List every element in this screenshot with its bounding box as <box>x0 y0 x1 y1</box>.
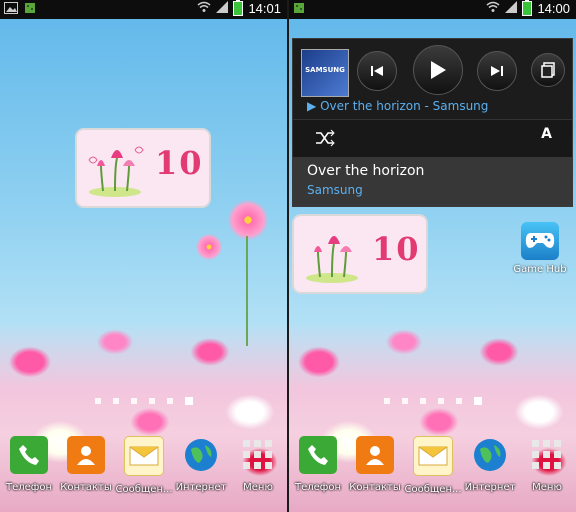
dock-label: Контакты <box>60 482 112 493</box>
globe-icon <box>471 436 509 474</box>
page-dot[interactable] <box>130 398 137 404</box>
dock-item-contacts[interactable]: Контакты <box>57 436 115 493</box>
dock-label: Интернет <box>464 482 516 493</box>
playlist-button[interactable] <box>531 53 565 87</box>
dock-label: Контакты <box>349 482 401 493</box>
dock-label: Сообщен... <box>404 484 462 495</box>
repeat-label: A <box>541 126 552 142</box>
game-hub-shortcut[interactable]: Game Hub <box>511 222 569 275</box>
gamepad-icon <box>521 222 559 260</box>
song-info[interactable]: Over the horizon Samsung <box>293 157 572 206</box>
playlist-icon <box>541 62 555 78</box>
dual-screenshot: 14:01 10 Телефон Контакты Сообщен... Инт… <box>0 0 576 512</box>
messages-icon <box>413 436 453 476</box>
page-indicator <box>0 397 287 405</box>
dock-item-messages[interactable]: Сообщен... <box>404 436 462 495</box>
contacts-icon <box>356 436 394 474</box>
page-dot-active[interactable] <box>473 397 482 405</box>
play-button[interactable] <box>413 45 463 95</box>
dock-label: Меню <box>532 482 562 493</box>
battery-icon <box>522 0 533 16</box>
music-player-panel[interactable]: SAMSUNG ▶ Over the horizon - Samsung A O… <box>292 38 573 207</box>
apps-grid-icon <box>528 436 566 474</box>
previous-icon <box>371 66 383 76</box>
tulip-widget[interactable]: 10 <box>75 128 211 208</box>
phone-icon <box>10 436 48 474</box>
shuffle-icon[interactable] <box>315 129 335 151</box>
dock-label: Интернет <box>175 482 227 493</box>
dock: Телефон Контакты Сообщен... Интернет Мен… <box>289 436 576 512</box>
wallpaper-stem <box>246 236 248 346</box>
album-art[interactable]: SAMSUNG <box>301 49 349 97</box>
dock-label: Телефон <box>294 482 341 493</box>
wallpaper-flower <box>228 200 268 240</box>
page-dot[interactable] <box>401 398 408 404</box>
page-dot-active[interactable] <box>184 397 193 405</box>
dock-item-menu[interactable]: Меню <box>518 436 576 493</box>
contacts-icon <box>67 436 105 474</box>
messages-icon <box>124 436 164 476</box>
battery-icon <box>233 0 244 16</box>
now-playing-text: Over the horizon - Samsung <box>320 99 489 113</box>
page-indicator <box>289 397 576 405</box>
page-dot[interactable] <box>419 398 426 404</box>
song-artist: Samsung <box>307 183 363 197</box>
widget-number: 10 <box>372 230 421 268</box>
page-dot[interactable] <box>437 398 444 404</box>
signal-icon <box>505 1 518 16</box>
dock-label: Телефон <box>5 482 52 493</box>
dock-item-internet[interactable]: Интернет <box>172 436 230 493</box>
player-options-row: A <box>293 119 572 158</box>
gallery-notification-icon <box>4 2 18 17</box>
status-bar: 14:01 <box>0 0 287 19</box>
repeat-a-icon[interactable]: A <box>541 126 552 142</box>
dock-item-internet[interactable]: Интернет <box>461 436 519 493</box>
globe-icon <box>182 436 220 474</box>
phone-icon <box>299 436 337 474</box>
page-dot[interactable] <box>94 398 101 404</box>
tulip-illustration-icon <box>88 146 144 197</box>
android-cube-icon <box>293 2 305 17</box>
dock-item-contacts[interactable]: Контакты <box>346 436 404 493</box>
dock-label: Сообщен... <box>115 484 173 495</box>
player-controls: SAMSUNG <box>293 39 572 97</box>
wifi-icon <box>197 1 211 16</box>
status-time: 14:00 <box>537 1 570 16</box>
home-screen-left: 14:01 10 Телефон Контакты Сообщен... Инт… <box>0 0 287 512</box>
song-title: Over the horizon <box>307 163 425 179</box>
page-dot[interactable] <box>455 398 462 404</box>
page-dot[interactable] <box>383 398 390 404</box>
signal-icon <box>216 1 229 16</box>
dock: Телефон Контакты Сообщен... Интернет Мен… <box>0 436 287 512</box>
wallpaper-flower <box>196 234 222 260</box>
tulip-illustration-icon <box>306 236 358 283</box>
small-play-icon: ▶ <box>307 99 317 113</box>
page-dot[interactable] <box>166 398 173 404</box>
play-icon <box>431 61 446 79</box>
next-icon <box>491 66 503 76</box>
android-cube-icon <box>24 2 36 17</box>
home-screen-right: 14:00 SAMSUNG ▶ Over the horizon - Samsu… <box>289 0 576 512</box>
status-time: 14:01 <box>248 1 281 16</box>
apps-grid-icon <box>239 436 277 474</box>
status-bar: 14:00 <box>289 0 576 19</box>
widget-number: 10 <box>155 144 204 182</box>
next-track-button[interactable] <box>477 51 517 91</box>
page-dot[interactable] <box>148 398 155 404</box>
dock-item-phone[interactable]: Телефон <box>0 436 58 493</box>
album-art-text: SAMSUNG <box>305 66 345 74</box>
tulip-widget[interactable]: 10 <box>292 214 428 294</box>
dock-item-messages[interactable]: Сообщен... <box>115 436 173 495</box>
now-playing-line[interactable]: ▶ Over the horizon - Samsung <box>307 99 488 113</box>
page-dot[interactable] <box>112 398 119 404</box>
dock-item-menu[interactable]: Меню <box>229 436 287 493</box>
dock-item-phone[interactable]: Телефон <box>289 436 347 493</box>
dock-label: Меню <box>243 482 273 493</box>
game-hub-label: Game Hub <box>513 264 567 275</box>
wifi-icon <box>486 1 500 16</box>
previous-track-button[interactable] <box>357 51 397 91</box>
